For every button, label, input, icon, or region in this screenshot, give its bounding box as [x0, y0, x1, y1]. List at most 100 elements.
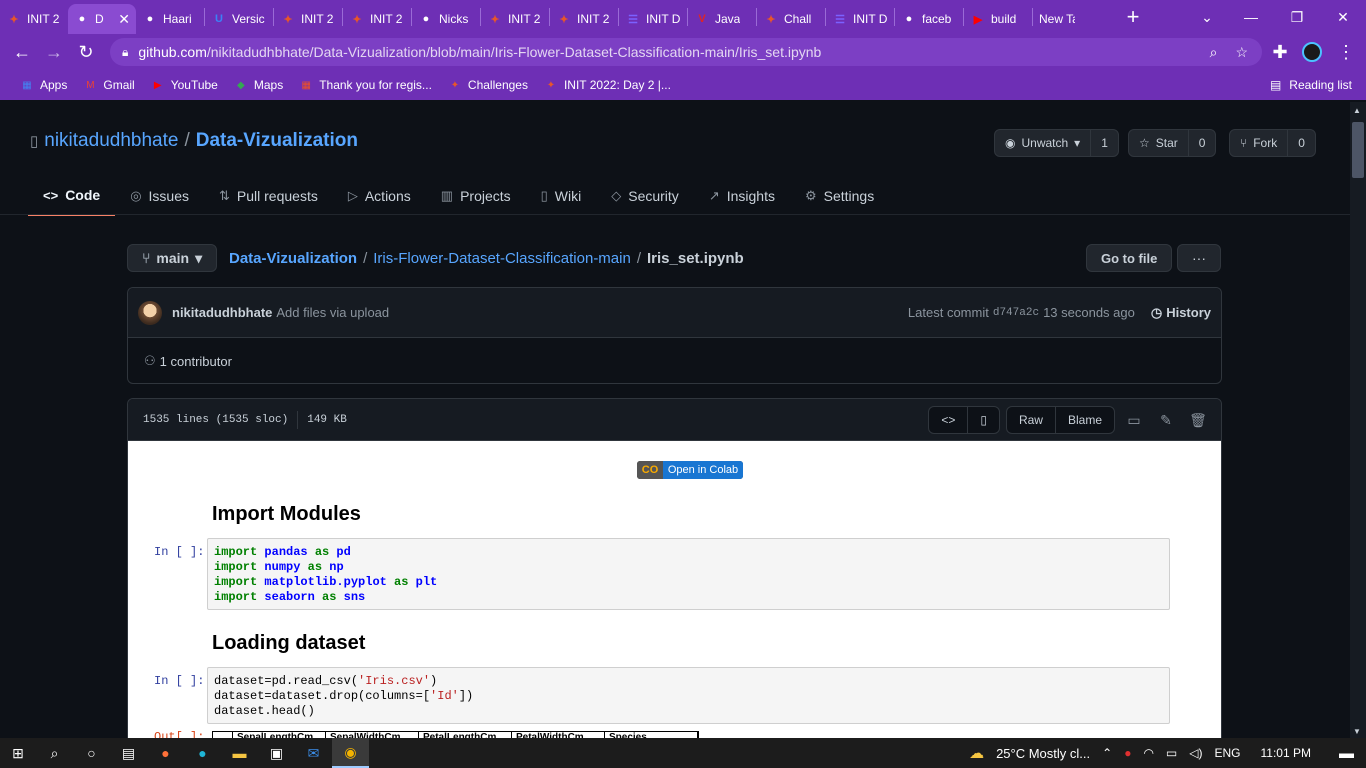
- tab-close-icon[interactable]: ✕: [118, 11, 130, 28]
- breadcrumb-folder-link[interactable]: Iris-Flower-Dataset-Classification-main: [373, 250, 631, 267]
- branch-select-button[interactable]: ⑂ main ▾: [127, 244, 218, 272]
- tab-issues[interactable]: ◎ Issues: [115, 176, 204, 216]
- antivirus-icon[interactable]: ●: [1124, 746, 1131, 760]
- avatar[interactable]: [138, 300, 162, 325]
- close-window-button[interactable]: ✕: [1320, 0, 1366, 34]
- menu-icon[interactable]: ⋮: [1330, 36, 1362, 68]
- star-button[interactable]: ☆ Star 0: [1128, 129, 1217, 157]
- chrome-icon[interactable]: ◉: [332, 738, 369, 768]
- bookmark-item[interactable]: M Gmail: [75, 73, 142, 97]
- browser-tab[interactable]: ☰ INIT D: [619, 4, 687, 34]
- page-scrollbar[interactable]: ▲ ▼: [1350, 102, 1366, 738]
- store-icon[interactable]: ▣: [258, 738, 295, 768]
- contributors-link[interactable]: ⚇ 1 contributor: [128, 338, 1221, 384]
- minimize-button[interactable]: —: [1228, 0, 1274, 34]
- firefox-icon[interactable]: ●: [147, 738, 184, 768]
- browser-tab[interactable]: ✦ INIT 2: [274, 4, 342, 34]
- browser-tab[interactable]: New Tab: [1033, 4, 1115, 34]
- language-indicator[interactable]: ENG: [1215, 746, 1241, 760]
- edit-pencil-icon[interactable]: ✎: [1153, 406, 1179, 434]
- profile-avatar[interactable]: [1296, 36, 1328, 68]
- bookmark-item[interactable]: ▦ Apps: [12, 73, 75, 97]
- code-token: as: [307, 560, 323, 574]
- trash-icon[interactable]: 🗑︎: [1185, 406, 1211, 434]
- star-label: Star: [1155, 136, 1178, 150]
- extensions-icon[interactable]: ✚: [1264, 36, 1296, 68]
- file-explorer-icon[interactable]: ▬: [221, 738, 258, 768]
- star-icon: ☆: [1139, 136, 1150, 150]
- commit-sha-link[interactable]: d747a2c: [993, 307, 1039, 319]
- browser-tab[interactable]: ▶ build: [964, 4, 1032, 34]
- bookmark-item[interactable]: ▶ YouTube: [143, 73, 226, 97]
- new-tab-button[interactable]: +: [1115, 4, 1151, 30]
- unwatch-button[interactable]: ◉ Unwatch ▾ 1: [994, 129, 1119, 157]
- tab-title: Nicks: [439, 12, 469, 26]
- reload-icon[interactable]: ↻: [70, 36, 102, 68]
- more-options-button[interactable]: ···: [1177, 244, 1221, 272]
- browser-tab[interactable]: ☰ INIT D: [826, 4, 894, 34]
- wifi-icon[interactable]: ◠: [1143, 746, 1153, 760]
- go-to-file-button[interactable]: Go to file: [1086, 244, 1173, 272]
- zoom-icon[interactable]: ⌕: [1210, 44, 1218, 61]
- url-field[interactable]: 🔒︎ github.com/nikitadudhbhate/Data-Vizua…: [110, 38, 1262, 66]
- tab-projects[interactable]: ▥ Projects: [426, 176, 526, 216]
- repo-owner-link[interactable]: nikitadudhbhate: [44, 130, 178, 152]
- browser-tab[interactable]: ● D ✕: [68, 4, 136, 34]
- bookmark-star-icon[interactable]: ☆: [1235, 44, 1248, 61]
- open-in-colab-badge[interactable]: CO Open in Colab: [637, 461, 743, 479]
- history-link[interactable]: ◷ History: [1151, 305, 1211, 321]
- browser-tab[interactable]: ✦ INIT 2: [0, 4, 68, 34]
- scrollbar-thumb[interactable]: [1352, 122, 1364, 178]
- windows-start-icon[interactable]: ⊞: [0, 738, 36, 768]
- browser-tab[interactable]: ● Haari: [136, 4, 204, 34]
- tab-security[interactable]: ◇ Security: [596, 176, 694, 216]
- edge-icon[interactable]: ●: [184, 738, 221, 768]
- bookmark-item[interactable]: ✦ INIT 2022: Day 2 |...: [536, 73, 679, 97]
- clock[interactable]: 11:01 PM: [1261, 746, 1311, 760]
- repo-name-link[interactable]: Data-Vizualization: [196, 130, 358, 152]
- rendered-view-icon[interactable]: ▯: [967, 407, 999, 433]
- reading-list-button[interactable]: ▤ Reading list: [1270, 70, 1352, 100]
- raw-button[interactable]: Raw: [1007, 407, 1055, 433]
- browser-tab[interactable]: ● Nicks: [412, 4, 480, 34]
- commit-author-link[interactable]: nikitadudhbhate: [172, 305, 272, 320]
- tab-search-icon[interactable]: ⌄: [1184, 0, 1230, 34]
- tray-expand-icon[interactable]: ⌃: [1102, 746, 1112, 760]
- notifications-icon[interactable]: ▬: [1339, 745, 1354, 762]
- fork-button[interactable]: ⑂ Fork 0: [1229, 129, 1316, 157]
- back-icon[interactable]: ←: [6, 36, 38, 68]
- browser-tab[interactable]: ● faceb: [895, 4, 963, 34]
- weather-icon[interactable]: ☁: [969, 744, 984, 762]
- browser-tab[interactable]: ✦ INIT 2: [481, 4, 549, 34]
- bookmark-item[interactable]: ✦ Challenges: [440, 73, 536, 97]
- tab-code[interactable]: <> Code: [28, 176, 116, 216]
- browser-tab[interactable]: V Java: [688, 4, 756, 34]
- maximize-button[interactable]: ❐: [1274, 0, 1320, 34]
- repo-nav-label: Security: [628, 188, 679, 204]
- volume-icon[interactable]: ◁): [1189, 746, 1202, 760]
- bookmark-item[interactable]: ◆ Maps: [226, 73, 291, 97]
- tab-settings[interactable]: ⚙ Settings: [790, 176, 889, 216]
- bookmark-item[interactable]: ▦ Thank you for regis...: [291, 73, 440, 97]
- forward-icon[interactable]: →: [38, 36, 70, 68]
- tab-wiki[interactable]: ▯ Wiki: [526, 176, 597, 216]
- battery-icon[interactable]: ▭: [1166, 746, 1177, 760]
- browser-tab[interactable]: U Versic: [205, 4, 273, 34]
- tab-pull-requests[interactable]: ⇅ Pull requests: [204, 176, 333, 216]
- weather-text[interactable]: 25°C Mostly cl...: [996, 746, 1090, 761]
- task-view-icon[interactable]: ▤: [110, 738, 147, 768]
- mail-icon[interactable]: ✉: [295, 738, 332, 768]
- breadcrumb-separator: /: [363, 250, 368, 267]
- tab-insights[interactable]: ↗ Insights: [694, 176, 790, 216]
- browser-tab[interactable]: ✦ Chall: [757, 4, 825, 34]
- tab-actions[interactable]: ▷ Actions: [333, 176, 426, 216]
- breadcrumb-repo-link[interactable]: Data-Vizualization: [229, 250, 357, 267]
- blame-button[interactable]: Blame: [1054, 407, 1114, 433]
- browser-tab[interactable]: ✦ INIT 2: [550, 4, 618, 34]
- browser-tab[interactable]: ✦ INIT 2: [343, 4, 411, 34]
- search-icon[interactable]: ⌕: [36, 738, 73, 768]
- code-view-icon[interactable]: <>: [929, 407, 967, 433]
- desktop-icon[interactable]: ▭: [1121, 406, 1147, 434]
- cortana-icon[interactable]: ○: [73, 738, 110, 768]
- commit-message-link[interactable]: Add files via upload: [276, 305, 389, 320]
